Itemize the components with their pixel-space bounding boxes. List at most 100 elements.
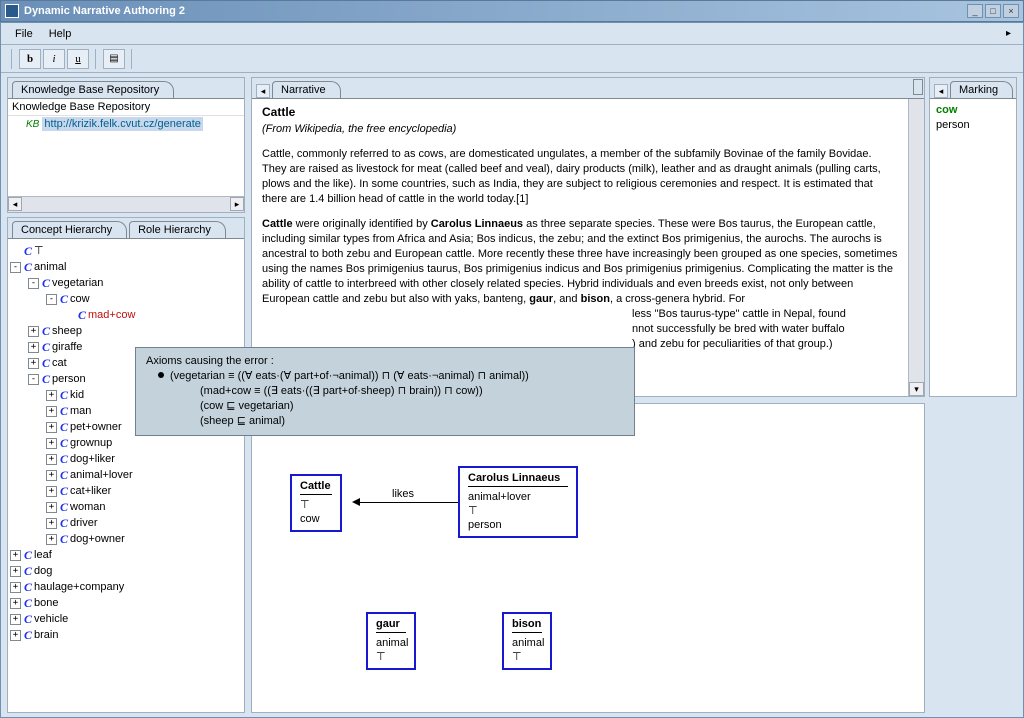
tree-node[interactable]: +Cdog+liker [10, 451, 242, 467]
tree-node-label: vehicle [34, 611, 68, 627]
expand-icon[interactable]: + [46, 534, 57, 545]
collapse-icon[interactable]: - [28, 278, 39, 289]
tree-node[interactable]: +Cdriver [10, 515, 242, 531]
scroll-left-icon[interactable]: ◂ [8, 197, 22, 211]
menu-help[interactable]: Help [43, 26, 78, 42]
expand-icon[interactable]: + [10, 550, 21, 561]
titlebar: Dynamic Narrative Authoring 2 _ □ × [0, 0, 1024, 22]
tree-node[interactable]: -Cvegetarian [10, 275, 242, 291]
bullet-icon [158, 372, 164, 378]
menubar: File Help ▸ [1, 23, 1023, 45]
underline-button[interactable]: u [67, 49, 89, 69]
tree-node[interactable]: +Ccat+liker [10, 483, 242, 499]
kb-url-link[interactable]: http://krizik.felk.cvut.cz/generate [42, 117, 203, 131]
tree-node[interactable]: Cmad+cow [10, 307, 242, 323]
kb-entry[interactable]: KB http://krizik.felk.cvut.cz/generate [8, 116, 244, 132]
concept-icon: C [78, 307, 86, 323]
expand-icon[interactable]: + [10, 630, 21, 641]
tree-node[interactable]: +Csheep [10, 323, 242, 339]
window-title: Dynamic Narrative Authoring 2 [24, 5, 185, 17]
tree-node[interactable]: +Cwoman [10, 499, 242, 515]
concept-icon: C [42, 371, 50, 387]
graph-node-cattle[interactable]: Cattle ⊤ cow [290, 474, 342, 532]
vscrollbar[interactable]: ▾ [908, 99, 924, 396]
narrative-p1: Cattle, commonly referred to as cows, ar… [262, 147, 898, 207]
tree-spacer [10, 246, 21, 257]
graph-node-bison[interactable]: bison animal ⊤ [502, 612, 552, 670]
expand-icon[interactable]: + [28, 342, 39, 353]
tree-spacer [64, 310, 75, 321]
tab-marking[interactable]: Marking [950, 81, 1013, 98]
graph-node-title: bison [512, 618, 542, 633]
scroll-right-icon[interactable]: ▸ [230, 197, 244, 211]
expand-icon[interactable]: + [46, 422, 57, 433]
toolbar: b i u ▤ [1, 45, 1023, 73]
expand-icon[interactable]: + [10, 582, 21, 593]
tree-node[interactable]: +Cgrownup [10, 435, 242, 451]
tree-node-label: kid [70, 387, 84, 403]
tree-node[interactable]: +Cvehicle [10, 611, 242, 627]
close-button[interactable]: × [1003, 4, 1019, 18]
menubar-overflow-icon[interactable]: ▸ [1000, 26, 1015, 41]
tree-node-label: dog+owner [70, 531, 125, 547]
collapse-icon[interactable]: - [28, 374, 39, 385]
splitter-handle[interactable] [913, 79, 923, 95]
concept-icon: C [24, 627, 32, 643]
maximize-button[interactable]: □ [985, 4, 1001, 18]
concept-icon: C [42, 355, 50, 371]
marking-item[interactable]: person [936, 118, 1010, 133]
expand-icon[interactable]: + [46, 502, 57, 513]
graph-node-linnaeus[interactable]: Carolus Linnaeus animal+lover ⊤ person [458, 466, 578, 538]
expand-icon[interactable]: + [10, 598, 21, 609]
tree-node[interactable]: +Cdog+owner [10, 531, 242, 547]
tab-concept-hierarchy[interactable]: Concept Hierarchy [12, 221, 127, 238]
expand-icon[interactable]: + [28, 326, 39, 337]
narrative-title: Cattle [262, 105, 898, 120]
tree-node-label: cow [70, 291, 90, 307]
concept-tree[interactable]: C⊤-Canimal-Cvegetarian-CcowCmad+cow+Cshe… [8, 239, 244, 712]
toolbar-separator [95, 49, 97, 69]
collapse-icon[interactable]: - [10, 262, 21, 273]
tab-kb-repository[interactable]: Knowledge Base Repository [12, 81, 174, 98]
expand-icon[interactable]: + [46, 518, 57, 529]
hscrollbar[interactable]: ◂ ▸ [8, 196, 244, 212]
bold-button[interactable]: b [19, 49, 41, 69]
expand-icon[interactable]: + [46, 470, 57, 481]
scroll-down-icon[interactable]: ▾ [909, 382, 924, 396]
marking-list[interactable]: cowperson [930, 99, 1016, 137]
expand-icon[interactable]: + [10, 614, 21, 625]
expand-icon[interactable]: + [10, 566, 21, 577]
marking-item[interactable]: cow [936, 103, 1010, 118]
minimize-button[interactable]: _ [967, 4, 983, 18]
concept-icon: C [42, 323, 50, 339]
diagram-canvas[interactable]: Cattle ⊤ cow Carolus Linnaeus animal+lov… [251, 403, 925, 713]
expand-icon[interactable]: + [46, 438, 57, 449]
save-button[interactable]: ▤ [103, 49, 125, 69]
tree-node[interactable]: +Cleaf [10, 547, 242, 563]
expand-icon[interactable]: + [46, 406, 57, 417]
concept-icon: C [60, 435, 68, 451]
graph-node-gaur[interactable]: gaur animal ⊤ [366, 612, 416, 670]
tree-node[interactable]: C⊤ [10, 243, 242, 259]
collapse-icon[interactable]: - [46, 294, 57, 305]
tab-nav-left-icon[interactable]: ◂ [256, 84, 270, 98]
tree-node[interactable]: +Canimal+lover [10, 467, 242, 483]
tree-node[interactable]: +Cbrain [10, 627, 242, 643]
expand-icon[interactable]: + [28, 358, 39, 369]
tree-node-label: mad+cow [88, 307, 135, 323]
italic-button[interactable]: i [43, 49, 65, 69]
expand-icon[interactable]: + [46, 390, 57, 401]
tab-role-hierarchy[interactable]: Role Hierarchy [129, 221, 226, 238]
expand-icon[interactable]: + [46, 454, 57, 465]
tree-node[interactable]: +Cdog [10, 563, 242, 579]
tab-narrative[interactable]: Narrative [272, 81, 341, 98]
tab-nav-left-icon[interactable]: ◂ [934, 84, 948, 98]
tree-node-label: man [70, 403, 91, 419]
tree-node[interactable]: -Canimal [10, 259, 242, 275]
expand-icon[interactable]: + [46, 486, 57, 497]
tree-node[interactable]: +Cbone [10, 595, 242, 611]
tree-node[interactable]: +Chaulage+company [10, 579, 242, 595]
tree-node[interactable]: -Ccow [10, 291, 242, 307]
concept-icon: C [24, 243, 32, 259]
menu-file[interactable]: File [9, 26, 39, 42]
